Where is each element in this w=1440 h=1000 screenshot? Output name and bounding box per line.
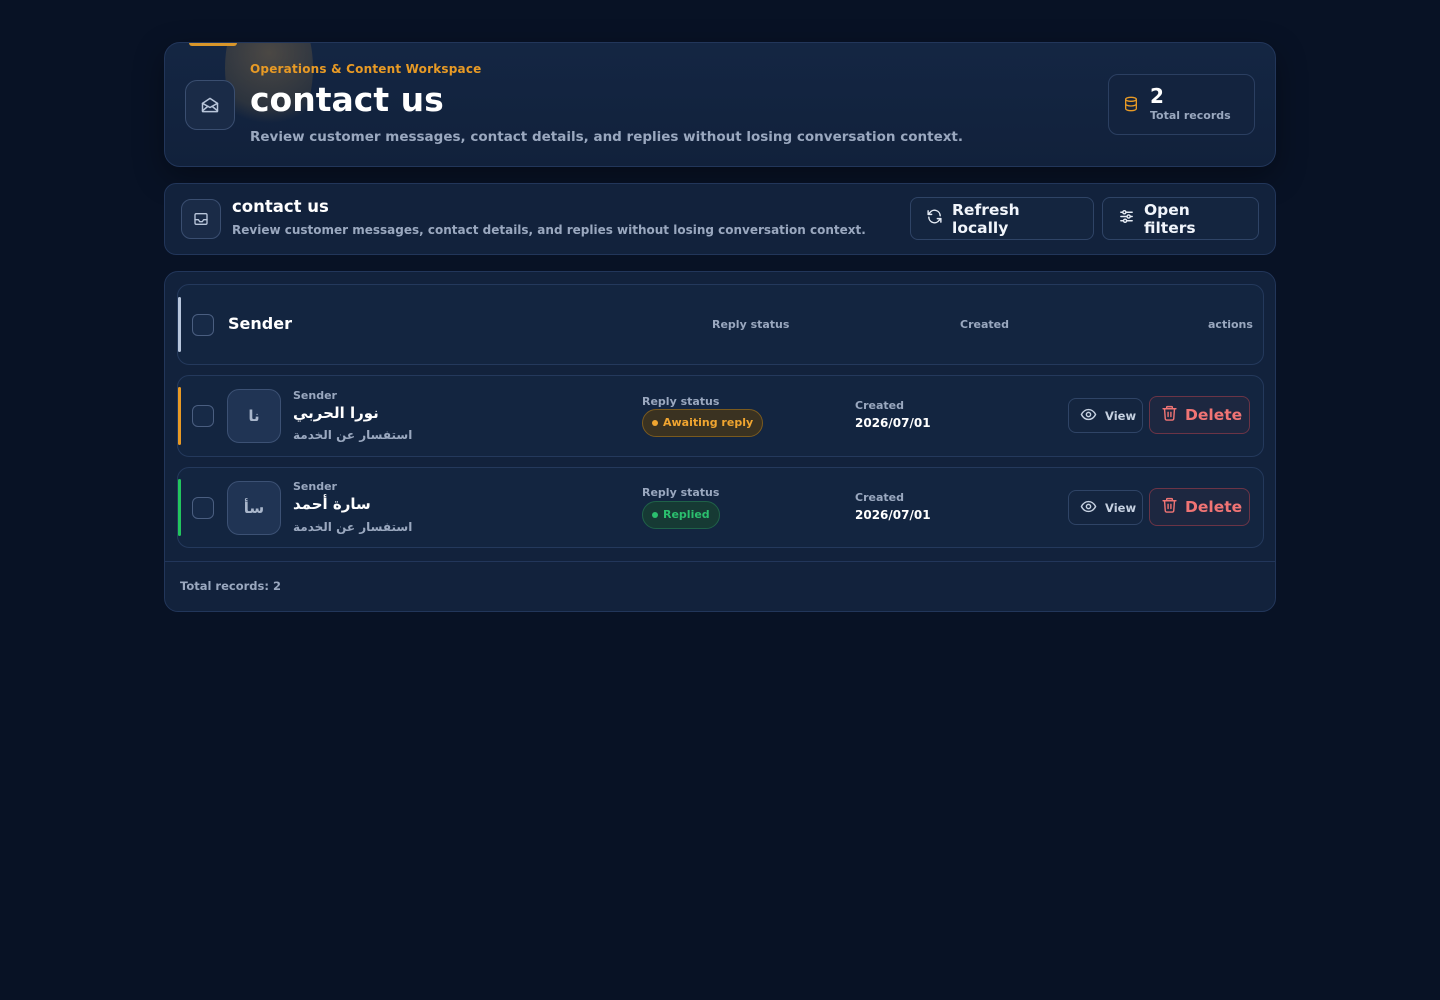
avatar: سأ bbox=[227, 481, 281, 535]
sliders-icon bbox=[1118, 208, 1135, 229]
table-row[interactable]: سأ Sender سارة أحمد استفسار عن الخدمة Re… bbox=[177, 467, 1264, 548]
messages-table: Sender Reply status Created actions نا S… bbox=[164, 271, 1276, 612]
trash-icon bbox=[1161, 404, 1178, 426]
row-accent-bar bbox=[178, 387, 181, 445]
header-reply-status: Reply status bbox=[712, 318, 790, 331]
database-icon bbox=[1123, 95, 1139, 117]
status-badge: Awaiting reply bbox=[642, 409, 764, 437]
hero-accent-tab bbox=[189, 43, 237, 46]
select-all-checkbox[interactable] bbox=[192, 314, 214, 336]
mail-open-icon bbox=[185, 80, 235, 130]
reply-status-label: Reply status bbox=[642, 395, 720, 408]
sender-label: Sender bbox=[293, 389, 337, 402]
page-container: Operations & Content Workspace contact u… bbox=[164, 42, 1276, 612]
created-date: 2026/07/01 bbox=[855, 416, 931, 430]
inbox-icon bbox=[181, 199, 221, 239]
view-button-label: View bbox=[1105, 408, 1137, 423]
section-description: Review customer messages, contact detail… bbox=[232, 223, 866, 237]
view-button-label: View bbox=[1105, 500, 1137, 515]
row-accent-bar bbox=[178, 479, 181, 536]
table-header-row: Sender Reply status Created actions bbox=[177, 284, 1264, 365]
stat-value: 2 bbox=[1150, 84, 1164, 108]
header-created: Created bbox=[960, 318, 1009, 331]
total-records-stat: 2 Total records bbox=[1108, 74, 1255, 135]
reply-status-label: Reply status bbox=[642, 486, 720, 499]
sender-name: سارة أحمد bbox=[293, 495, 371, 513]
delete-button[interactable]: Delete bbox=[1149, 396, 1250, 434]
created-label: Created bbox=[855, 491, 904, 504]
eye-icon bbox=[1080, 406, 1097, 426]
sender-label: Sender bbox=[293, 480, 337, 493]
hero-description: Review customer messages, contact detail… bbox=[250, 129, 964, 145]
section-title: contact us bbox=[232, 197, 329, 216]
message-subject: استفسار عن الخدمة bbox=[293, 428, 413, 442]
stat-label: Total records bbox=[1150, 109, 1231, 122]
toolbar-card: contact us Review customer messages, con… bbox=[164, 183, 1276, 255]
table-footer-divider bbox=[165, 561, 1275, 562]
delete-button-label: Delete bbox=[1185, 498, 1243, 516]
sender-name: نورا الحربي bbox=[293, 404, 379, 422]
refresh-icon bbox=[926, 208, 943, 229]
eye-icon bbox=[1080, 498, 1097, 518]
open-filters-button[interactable]: Open filters bbox=[1102, 197, 1259, 240]
table-row[interactable]: نا Sender نورا الحربي استفسار عن الخدمة … bbox=[177, 375, 1264, 457]
row-checkbox[interactable] bbox=[192, 497, 214, 519]
header-sender: Sender bbox=[228, 314, 292, 333]
view-button[interactable]: View bbox=[1068, 398, 1143, 433]
hero-eyebrow: Operations & Content Workspace bbox=[250, 62, 482, 76]
created-label: Created bbox=[855, 399, 904, 412]
delete-button-label: Delete bbox=[1185, 406, 1243, 424]
header-actions: actions bbox=[1208, 318, 1253, 331]
status-badge: Replied bbox=[642, 501, 720, 529]
open-filters-label: Open filters bbox=[1144, 200, 1196, 237]
refresh-button-label: Refresh locally bbox=[952, 200, 1020, 237]
page-title: contact us bbox=[250, 80, 444, 119]
delete-button[interactable]: Delete bbox=[1149, 488, 1250, 526]
created-date: 2026/07/01 bbox=[855, 508, 931, 522]
header-accent-bar bbox=[178, 297, 181, 352]
total-records-footer: Total records: 2 bbox=[180, 579, 281, 593]
view-button[interactable]: View bbox=[1068, 490, 1143, 525]
trash-icon bbox=[1161, 496, 1178, 518]
refresh-button[interactable]: Refresh locally bbox=[910, 197, 1094, 240]
message-subject: استفسار عن الخدمة bbox=[293, 520, 413, 534]
hero-card: Operations & Content Workspace contact u… bbox=[164, 42, 1276, 167]
avatar: نا bbox=[227, 389, 281, 443]
row-checkbox[interactable] bbox=[192, 405, 214, 427]
